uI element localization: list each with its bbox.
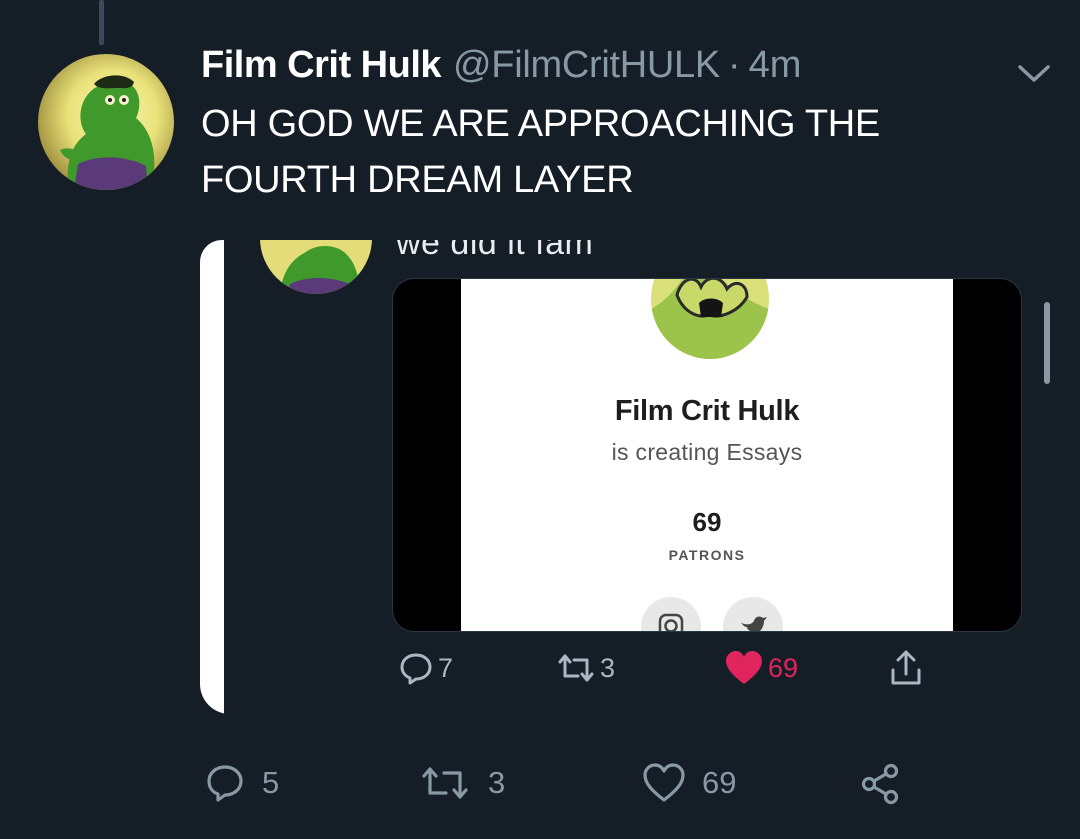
retweet-icon: [558, 654, 594, 682]
retweet-button[interactable]: 3: [418, 762, 505, 804]
screenshot-content: we did it fam Film Crit Hulk is creating…: [224, 240, 1052, 714]
twitter-bird-icon: [723, 597, 783, 631]
tweet-action-bar: 5 3 69: [0, 760, 1080, 816]
reply-button[interactable]: 5: [204, 762, 279, 804]
author-handle[interactable]: @FilmCritHULK: [453, 44, 720, 87]
tweet-text: OH GOD WE ARE APPROACHING THE FOURTH DRE…: [201, 103, 880, 201]
share-icon: [891, 650, 921, 685]
chevron-down-icon[interactable]: [1014, 58, 1054, 88]
embedded-avatar: [260, 240, 372, 294]
instagram-icon: [641, 597, 701, 631]
heart-icon: [643, 763, 685, 802]
reply-icon: [207, 765, 243, 802]
thread-connector-line: [99, 0, 104, 45]
patreon-subtitle: is creating Essays: [611, 439, 803, 465]
scrollbar-thumb[interactable]: [1044, 302, 1050, 384]
share-button[interactable]: [858, 762, 902, 806]
patreon-avatar: [651, 279, 769, 359]
embedded-retweet: 3: [554, 650, 615, 686]
embedded-media: Film Crit Hulk is creating Essays 69 PAT…: [392, 278, 1022, 632]
embedded-share: [888, 648, 924, 688]
tweet-timestamp[interactable]: 4m: [749, 44, 802, 87]
like-button[interactable]: 69: [642, 762, 736, 804]
patreon-creator-name: Film Crit Hulk: [614, 395, 800, 427]
tweet-header: Film Crit Hulk @FilmCritHULK · 4m: [201, 44, 801, 94]
retweet-icon: [422, 767, 468, 799]
embedded-partial-text: we did it fam: [396, 240, 594, 262]
share-icon: [861, 763, 899, 805]
screenshot-edge: [200, 240, 224, 714]
embedded-reply: 7: [398, 650, 453, 686]
reply-count: 5: [262, 765, 280, 800]
author-name[interactable]: Film Crit Hulk: [201, 44, 442, 87]
embedded-retweet-count: 3: [600, 652, 616, 683]
like-count: 69: [702, 765, 737, 800]
attached-screenshot-image[interactable]: we did it fam Film Crit Hulk is creating…: [200, 240, 1052, 714]
embedded-reply-count: 7: [438, 652, 454, 683]
embedded-like: 69: [724, 650, 798, 686]
reply-icon: [400, 653, 432, 685]
tweet-screen: Film Crit Hulk @FilmCritHULK · 4m OH GOD…: [0, 0, 1080, 839]
patron-count: 69: [692, 507, 722, 537]
embedded-like-count: 69: [768, 652, 799, 683]
embedded-action-bar: 7 3 69: [224, 648, 1052, 692]
patreon-card: Film Crit Hulk is creating Essays 69 PAT…: [461, 279, 953, 631]
heart-icon: [726, 651, 762, 684]
patron-label: PATRONS: [668, 547, 746, 563]
retweet-count: 3: [488, 765, 506, 800]
author-avatar[interactable]: [38, 54, 174, 190]
separator-dot: ·: [727, 44, 741, 86]
